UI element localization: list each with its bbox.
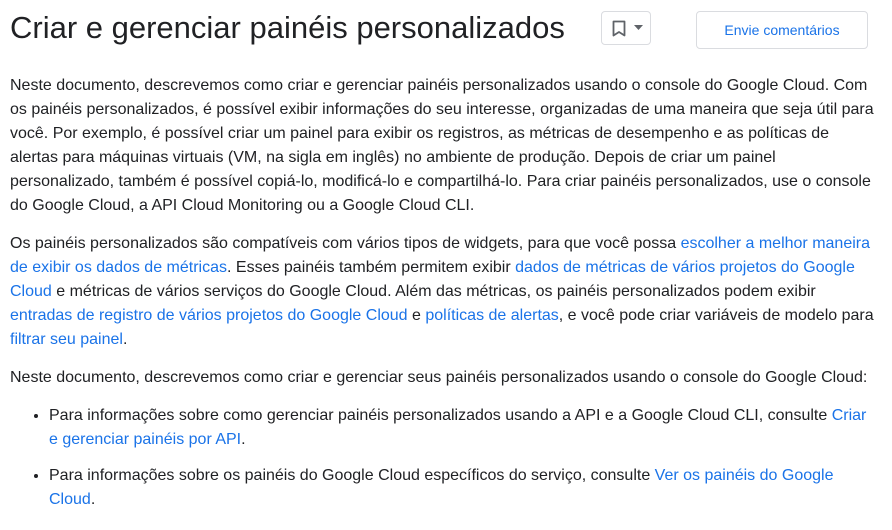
link-alert-policies[interactable]: políticas de alertas xyxy=(425,307,558,324)
paragraph-text: Os painéis personalizados são compatívei… xyxy=(10,235,681,252)
paragraph-text: . xyxy=(122,331,128,348)
list-item-text: Para informações sobre os painéis do Goo… xyxy=(49,467,655,484)
bookmark-icon xyxy=(612,20,626,37)
scope-paragraph: Neste documento, descrevemos como criar … xyxy=(10,369,868,386)
intro-paragraph: Neste documento, descrevemos como criar … xyxy=(10,77,874,214)
page-title: Criar e gerenciar painéis personalizados xyxy=(10,10,565,45)
related-links-list: Para informações sobre como gerenciar pa… xyxy=(10,404,876,512)
article-body: Neste documento, descrevemos como criar … xyxy=(10,74,876,524)
list-item: Para informações sobre como gerenciar pa… xyxy=(49,404,876,452)
paragraph-text: . Esses painéis também permitem exibir xyxy=(227,259,516,276)
bookmark-button[interactable] xyxy=(601,11,651,45)
send-feedback-button[interactable]: Envie comentários xyxy=(696,11,868,49)
list-item-text: Para informações sobre como gerenciar pa… xyxy=(49,407,832,424)
paragraph-text: e métricas de vários serviços do Google … xyxy=(51,283,816,300)
link-filter-dashboard[interactable]: filtrar seu painel xyxy=(10,331,123,348)
link-multi-project-logs[interactable]: entradas de registro de vários projetos … xyxy=(10,307,408,324)
list-item-end: . xyxy=(241,431,246,448)
list-item-end: . xyxy=(90,491,96,508)
page-header: Criar e gerenciar painéis personalizados… xyxy=(10,0,882,60)
paragraph-text: e xyxy=(407,307,426,324)
paragraph-text: , e você pode criar variáveis de modelo … xyxy=(558,307,874,324)
list-item: Para informações sobre os painéis do Goo… xyxy=(49,464,876,512)
widgets-paragraph: Os painéis personalizados são compatívei… xyxy=(10,232,876,352)
caret-down-icon xyxy=(634,25,643,30)
